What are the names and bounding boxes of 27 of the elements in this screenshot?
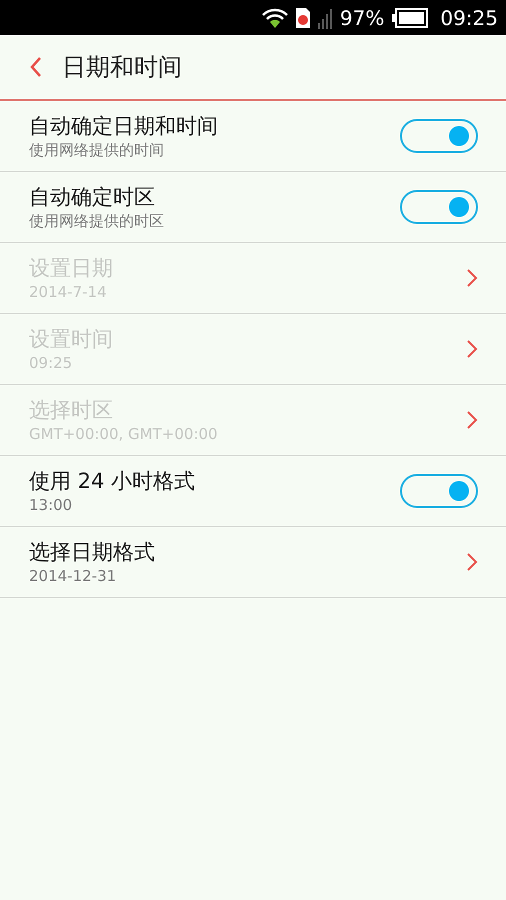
- settings-row[interactable]: 选择日期格式 2014-12-31: [0, 527, 506, 598]
- wifi-icon: [262, 6, 288, 28]
- settings-row[interactable]: 自动确定日期和时间 使用网络提供的时间: [0, 101, 506, 172]
- battery-icon: [392, 8, 428, 28]
- setting-title: 自动确定日期和时间: [29, 113, 218, 140]
- setting-subtitle: 2014-12-31: [29, 566, 118, 586]
- setting-title: 选择日期格式: [29, 539, 155, 566]
- chevron-right-icon: [466, 339, 478, 359]
- chevron-right-icon: [466, 268, 478, 288]
- chevron-right-icon: [466, 552, 478, 572]
- settings-row[interactable]: 使用 24 小时格式 13:00: [0, 456, 506, 527]
- setting-title: 使用 24 小时格式: [29, 468, 196, 495]
- setting-subtitle: 使用网络提供的时间: [29, 140, 165, 160]
- clock: 09:25: [440, 4, 498, 32]
- battery-percent: 97%: [340, 4, 384, 32]
- settings-row[interactable]: 自动确定时区 使用网络提供的时区: [0, 172, 506, 243]
- toggle-switch[interactable]: [400, 474, 478, 508]
- setting-subtitle: 使用网络提供的时区: [29, 211, 164, 231]
- signal-icon: [318, 6, 332, 28]
- toggle-switch[interactable]: [400, 119, 478, 153]
- page-title: 日期和时间: [62, 52, 182, 83]
- chevron-right-icon: [466, 410, 478, 430]
- toggle-switch[interactable]: [400, 190, 478, 224]
- back-chevron-icon: [30, 56, 42, 78]
- sim-card-icon: [296, 8, 310, 28]
- setting-subtitle: 13:00: [29, 495, 74, 515]
- setting-title: 自动确定时区: [29, 184, 156, 211]
